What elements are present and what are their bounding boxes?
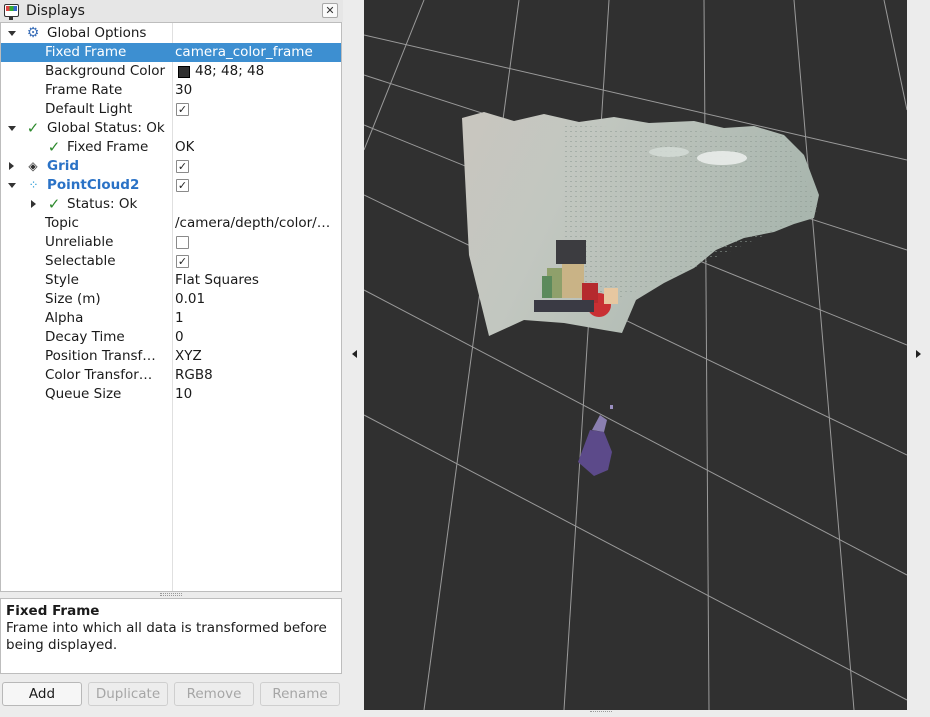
checkbox[interactable]: ✓: [176, 160, 189, 173]
tree-row-pointcloud2[interactable]: ⁘ PointCloud2 ✓: [1, 176, 341, 195]
rename-button[interactable]: Rename: [260, 682, 340, 706]
tree-row-label: Global Status: Ok: [47, 120, 165, 136]
tree-row-value[interactable]: XYZ: [175, 347, 202, 366]
tree-row-value[interactable]: RGB8: [175, 366, 213, 385]
tree-row-label: Grid: [47, 158, 80, 174]
tree-row-fixed-frame[interactable]: ✓ Fixed Frame OK: [1, 138, 341, 157]
tree-row-unreliable[interactable]: Unreliable: [1, 233, 341, 252]
tree-row-size-m[interactable]: Size (m) 0.01: [1, 290, 341, 309]
pointcloud-icon: ⁘: [28, 178, 38, 192]
tree-row-value[interactable]: Flat Squares: [175, 271, 259, 290]
tree-row-label: Fixed Frame: [67, 139, 149, 155]
tree-row-position-transf[interactable]: Position Transf… XYZ: [1, 347, 341, 366]
tree-row-label: Position Transf…: [45, 348, 156, 364]
tree-row-label: Fixed Frame: [45, 44, 127, 60]
tree-row-label: Global Options: [47, 25, 147, 41]
tree-row-label: Frame Rate: [45, 82, 123, 98]
tree-row-label: Style: [45, 272, 79, 288]
checkbox[interactable]: ✓: [176, 103, 189, 116]
tree-row-selectable[interactable]: Selectable ✓: [1, 252, 341, 271]
left-dock-strip: [343, 0, 364, 717]
add-button[interactable]: Add: [2, 682, 82, 706]
remove-button[interactable]: Remove: [174, 682, 254, 706]
grid-icon: ◈: [28, 159, 38, 173]
tree-row-grid[interactable]: ◈ Grid ✓: [1, 157, 341, 176]
render-canvas[interactable]: [364, 0, 907, 710]
bottom-splitter-handle[interactable]: [590, 711, 612, 714]
tree-row-value[interactable]: camera_color_frame: [175, 43, 313, 62]
tree-row-status-ok[interactable]: ✓ Status: Ok: [1, 195, 341, 214]
displays-panel: Displays ✕ ⚙ Global Options Fixed Frame cam…: [0, 0, 343, 717]
expand-arrow-right-icon[interactable]: [7, 157, 17, 176]
tree-row-style[interactable]: Style Flat Squares: [1, 271, 341, 290]
point-cloud: [462, 112, 819, 476]
displays-tree[interactable]: ⚙ Global Options Fixed Frame camera_color_f…: [0, 22, 342, 592]
tree-row-global-status-ok[interactable]: ✓ Global Status: Ok: [1, 119, 341, 138]
description-title: Fixed Frame: [6, 603, 100, 619]
tree-row-value[interactable]: 30: [175, 81, 192, 100]
displays-monitor-icon: [4, 4, 19, 20]
tree-row-label: Topic: [45, 215, 79, 231]
checkbox[interactable]: ✓: [176, 255, 189, 268]
splitter-handle[interactable]: [160, 593, 182, 596]
tree-row-topic[interactable]: Topic/camera/depth/color/…: [1, 214, 341, 233]
ground-grid: [364, 0, 907, 710]
description-text: Frame into which all data is transformed…: [6, 620, 327, 653]
tree-row-alpha[interactable]: Alpha 1: [1, 309, 341, 328]
expand-arrow-down-icon[interactable]: [7, 119, 17, 138]
tree-row-global-options[interactable]: ⚙ Global Options: [1, 24, 341, 43]
check-icon: ✓: [47, 195, 61, 213]
tree-row-fixed-frame[interactable]: Fixed Frame camera_color_frame: [1, 43, 341, 62]
tree-row-value[interactable]: OK: [175, 138, 194, 157]
tree-row-frame-rate[interactable]: Frame Rate 30: [1, 81, 341, 100]
tree-row-value[interactable]: 0: [175, 328, 184, 347]
tree-row-label: Background Color: [45, 63, 166, 79]
tree-row-default-light[interactable]: Default Light ✓: [1, 100, 341, 119]
check-icon: ✓: [47, 138, 61, 156]
check-icon: ✓: [26, 119, 40, 137]
tree-row-label: PointCloud2: [47, 177, 140, 193]
tree-row-value[interactable]: 1: [175, 309, 184, 328]
expand-arrow-right-icon[interactable]: [29, 195, 39, 214]
tree-row-background-color[interactable]: Background Color 48; 48; 48: [1, 62, 341, 81]
tree-row-label: Default Light: [45, 101, 133, 117]
collapse-left-arrow-icon[interactable]: [352, 350, 357, 358]
panel-titlebar: Displays ✕: [0, 0, 343, 22]
tree-row-value[interactable]: 0.01: [175, 290, 205, 309]
tree-row-value[interactable]: /camera/depth/color/…: [175, 214, 330, 233]
panel-title: Displays: [26, 3, 85, 19]
tree-row-label: Queue Size: [45, 386, 122, 402]
tree-row-value[interactable]: 48; 48; 48: [195, 62, 264, 81]
color-swatch[interactable]: [178, 66, 190, 78]
tree-row-value[interactable]: 10: [175, 385, 192, 404]
tree-row-label: Size (m): [45, 291, 101, 307]
tree-row-queue-size[interactable]: Queue Size 10: [1, 385, 341, 404]
tree-row-label: Status: Ok: [67, 196, 138, 212]
property-description: Fixed Frame Frame into which all data is…: [0, 598, 342, 674]
duplicate-button[interactable]: Duplicate: [88, 682, 168, 706]
right-dock-strip: [907, 0, 930, 717]
expand-arrow-down-icon[interactable]: [7, 24, 17, 43]
checkbox[interactable]: ✓: [176, 179, 189, 192]
tree-row-label: Selectable: [45, 253, 116, 269]
panel-close-button[interactable]: ✕: [322, 3, 338, 18]
3d-render-view[interactable]: [364, 0, 907, 710]
tree-row-color-transfor[interactable]: Color Transfor… RGB8: [1, 366, 341, 385]
tree-row-label: Unreliable: [45, 234, 114, 250]
tree-row-label: Color Transfor…: [45, 367, 153, 383]
tree-row-decay-time[interactable]: Decay Time 0: [1, 328, 341, 347]
gear-icon: ⚙: [26, 25, 40, 41]
collapse-right-arrow-icon[interactable]: [916, 350, 921, 358]
tree-row-label: Alpha: [45, 310, 84, 326]
tree-row-label: Decay Time: [45, 329, 125, 345]
distant-object-cluster: [578, 405, 613, 476]
expand-arrow-down-icon[interactable]: [7, 176, 17, 195]
checkbox[interactable]: [176, 236, 189, 249]
